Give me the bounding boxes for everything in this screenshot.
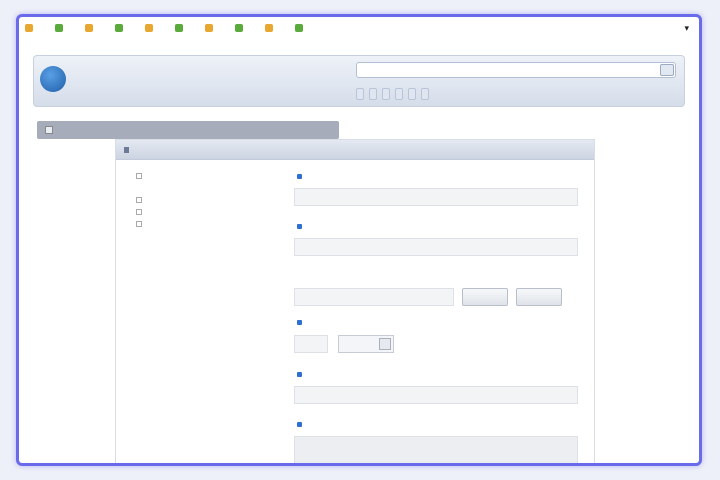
green-favicon-icon	[295, 24, 303, 32]
site-logo[interactable]	[40, 66, 66, 92]
bookmark-label	[306, 24, 320, 32]
bookmark-label	[246, 24, 260, 32]
panel-header	[116, 140, 594, 160]
bookmark-item[interactable]	[115, 21, 140, 35]
chevron-down-icon: ▾	[684, 22, 689, 33]
tree-expand-icon[interactable]	[136, 173, 142, 179]
bookmark-bar	[19, 17, 699, 39]
file-path-input[interactable]	[294, 288, 454, 306]
bookmark-item[interactable]	[145, 21, 170, 35]
tree-node[interactable]	[126, 194, 276, 206]
age-unit-select[interactable]	[338, 335, 394, 353]
file-upload-row	[294, 288, 580, 306]
bookmark-label	[36, 24, 50, 32]
browse-button[interactable]	[462, 288, 508, 306]
nav-item[interactable]	[356, 88, 364, 100]
green-favicon-icon	[55, 24, 63, 32]
tree-node[interactable]	[126, 182, 276, 194]
search-icon[interactable]	[660, 64, 674, 76]
nav-item[interactable]	[395, 88, 403, 100]
tree-node[interactable]	[126, 206, 276, 218]
bookmark-item[interactable]	[85, 21, 110, 35]
green-favicon-icon	[115, 24, 123, 32]
required-marker-icon	[297, 421, 302, 427]
page-heading	[37, 121, 339, 139]
tree-node[interactable]	[126, 218, 276, 230]
orange-favicon-icon	[85, 24, 93, 32]
bookmark-label	[156, 24, 170, 32]
page-icon	[45, 126, 53, 134]
bookmark-item[interactable]	[205, 21, 230, 35]
green-favicon-icon	[175, 24, 183, 32]
keywords-field-label	[294, 220, 580, 232]
tree-expand-icon[interactable]	[136, 197, 142, 203]
description-textarea[interactable]	[294, 436, 578, 463]
required-marker-icon	[297, 223, 302, 229]
bookmark-item[interactable]	[175, 21, 200, 35]
orange-favicon-icon	[25, 24, 33, 32]
bookmark-label	[96, 24, 110, 32]
nav-item[interactable]	[382, 88, 390, 100]
specialization-input[interactable]	[294, 386, 578, 404]
bookmark-item[interactable]	[25, 21, 50, 35]
age-row	[294, 334, 580, 354]
nav-item[interactable]	[421, 88, 429, 100]
green-favicon-icon	[235, 24, 243, 32]
orange-favicon-icon	[265, 24, 273, 32]
bookmark-item[interactable]	[265, 21, 290, 35]
search-input[interactable]	[356, 62, 676, 78]
file-field-label	[294, 270, 580, 282]
required-marker-icon	[297, 371, 302, 377]
all-events-dropdown[interactable]: ▾	[681, 21, 689, 35]
bookmark-label	[186, 24, 200, 32]
site-header	[33, 55, 685, 107]
tree-expand-icon[interactable]	[136, 209, 142, 215]
interest-tree	[126, 170, 276, 230]
orange-favicon-icon	[145, 24, 153, 32]
orange-favicon-icon	[205, 24, 213, 32]
name-field-label	[294, 170, 580, 182]
top-navigation	[356, 88, 678, 102]
nav-item[interactable]	[369, 88, 377, 100]
bookmark-item[interactable]	[55, 21, 80, 35]
tree-expand-icon[interactable]	[136, 221, 142, 227]
age-field-label	[294, 316, 580, 328]
required-marker-icon	[297, 319, 302, 325]
description-field-label	[294, 418, 580, 430]
bookmark-item[interactable]	[235, 21, 260, 35]
bookmark-label	[66, 24, 80, 32]
interest-form-panel	[115, 139, 595, 463]
specialization-field-label	[294, 368, 580, 380]
chevron-down-icon[interactable]	[379, 338, 391, 350]
keywords-input[interactable]	[294, 238, 578, 256]
tree-node[interactable]	[126, 170, 276, 182]
bookmark-label	[126, 24, 140, 32]
panel-collapse-icon[interactable]	[124, 147, 129, 153]
bookmark-label	[216, 24, 230, 32]
age-input[interactable]	[294, 335, 328, 353]
name-input[interactable]	[294, 188, 578, 206]
upload-button[interactable]	[516, 288, 562, 306]
required-marker-icon	[297, 173, 302, 179]
browser-window: ▾	[16, 14, 702, 466]
nav-item[interactable]	[408, 88, 416, 100]
bookmark-item[interactable]	[295, 21, 320, 35]
interest-form	[294, 170, 580, 463]
bookmark-label	[276, 24, 290, 32]
